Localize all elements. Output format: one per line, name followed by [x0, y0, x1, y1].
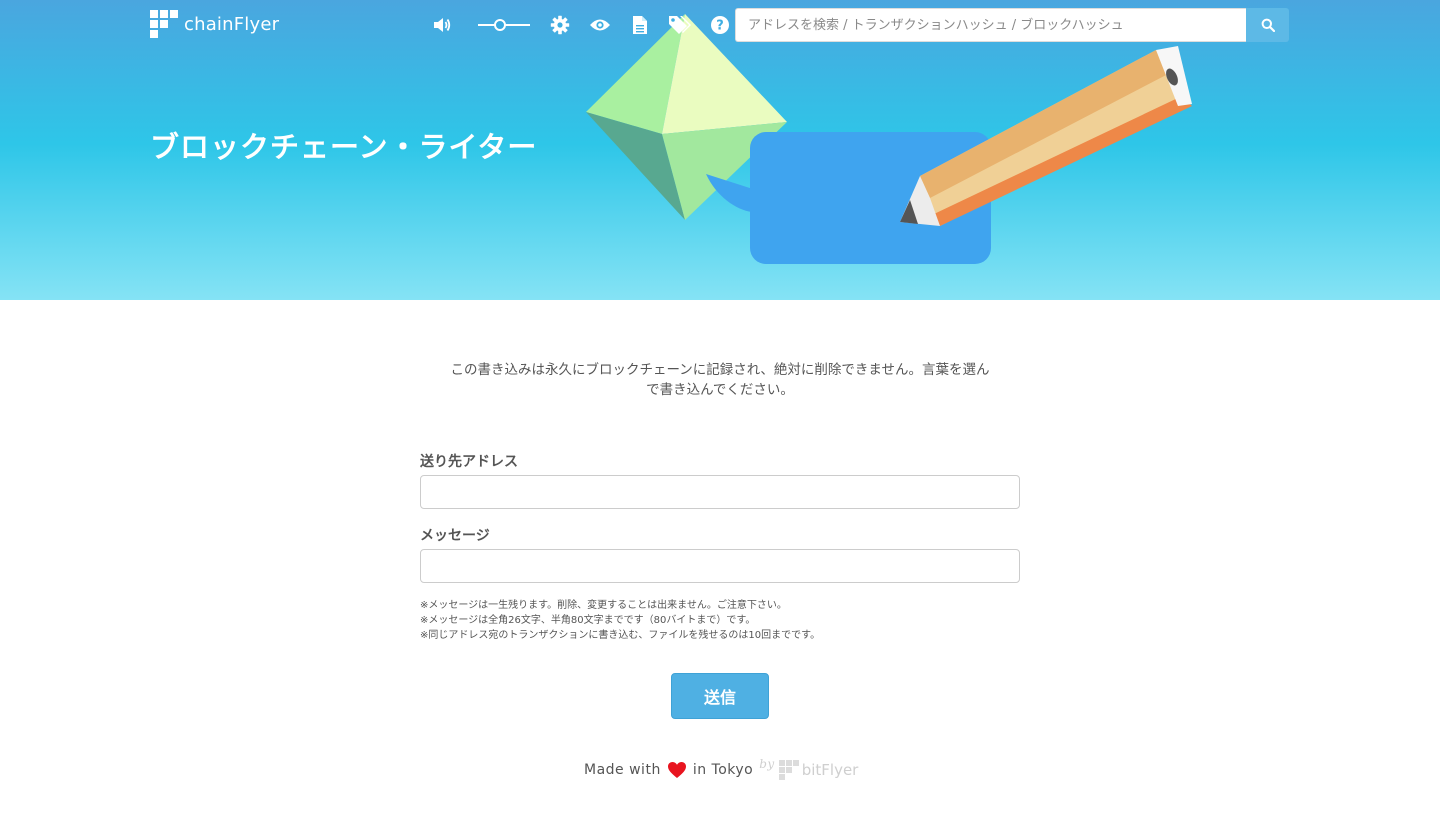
search-icon — [1261, 18, 1275, 32]
tags-icon[interactable] — [668, 13, 692, 37]
eye-icon[interactable] — [588, 13, 612, 37]
volume-slider[interactable] — [478, 13, 530, 37]
footer-by: by — [759, 757, 775, 771]
bitflyer-logo[interactable]: bitFlyer — [778, 760, 859, 780]
document-icon[interactable] — [628, 13, 652, 37]
hero-banner: chainFlyer ? アドレスを検索 / トランザクションハッシュ / ブロ… — [0, 0, 1440, 300]
footer-in-tokyo: in Tokyo — [692, 762, 754, 778]
volume-icon[interactable] — [430, 13, 454, 37]
logo-mark-icon — [150, 10, 178, 38]
heart-icon — [667, 761, 687, 779]
address-field[interactable] — [420, 475, 1020, 509]
chainflyer-logo[interactable]: chainFlyer — [150, 10, 279, 38]
slider-knob[interactable] — [494, 19, 506, 31]
page-title: ブロックチェーン・ライター — [150, 130, 538, 164]
svg-text:?: ? — [716, 19, 724, 34]
intro-line: で書き込んでください。 — [646, 382, 794, 398]
search-button[interactable] — [1246, 8, 1289, 42]
message-label: メッセージ — [420, 528, 490, 544]
header-toolbar: ? — [430, 13, 748, 37]
intro-line: この書き込みは永久にブロックチェーンに記録され、絶対に削除できません。言葉を選ん — [450, 362, 990, 378]
search-input[interactable] — [735, 8, 1246, 42]
notes-list: ※メッセージは一生残ります。削除、変更することは出来ません。ご注意下さい。 ※メ… — [420, 598, 1020, 643]
address-label: 送り先アドレス — [420, 454, 518, 470]
submit-button[interactable]: 送信 — [671, 673, 769, 719]
help-icon[interactable]: ? — [708, 13, 732, 37]
note-item: ※メッセージは全角26文字、半角80文字までです（80バイトまで）です。 — [420, 615, 756, 626]
note-item: ※同じアドレス宛のトランザクションに書き込む、ファイルを残せるのは10回までです… — [420, 630, 821, 641]
footer-made-with: Made with — [584, 762, 661, 778]
search-bar — [735, 8, 1289, 42]
footer: Made with in Tokyo by bitFlyer — [584, 756, 858, 784]
intro-text: この書き込みは永久にブロックチェーンに記録され、絶対に削除できません。言葉を選ん… — [420, 360, 1020, 400]
brand-name: chainFlyer — [184, 13, 280, 35]
bitflyer-mark-icon — [778, 760, 799, 780]
note-item: ※メッセージは一生残ります。削除、変更することは出来ません。ご注意下さい。 — [420, 600, 787, 611]
message-field[interactable] — [420, 549, 1020, 583]
gear-icon[interactable] — [548, 13, 572, 37]
bitflyer-name: bitFlyer — [801, 761, 859, 779]
